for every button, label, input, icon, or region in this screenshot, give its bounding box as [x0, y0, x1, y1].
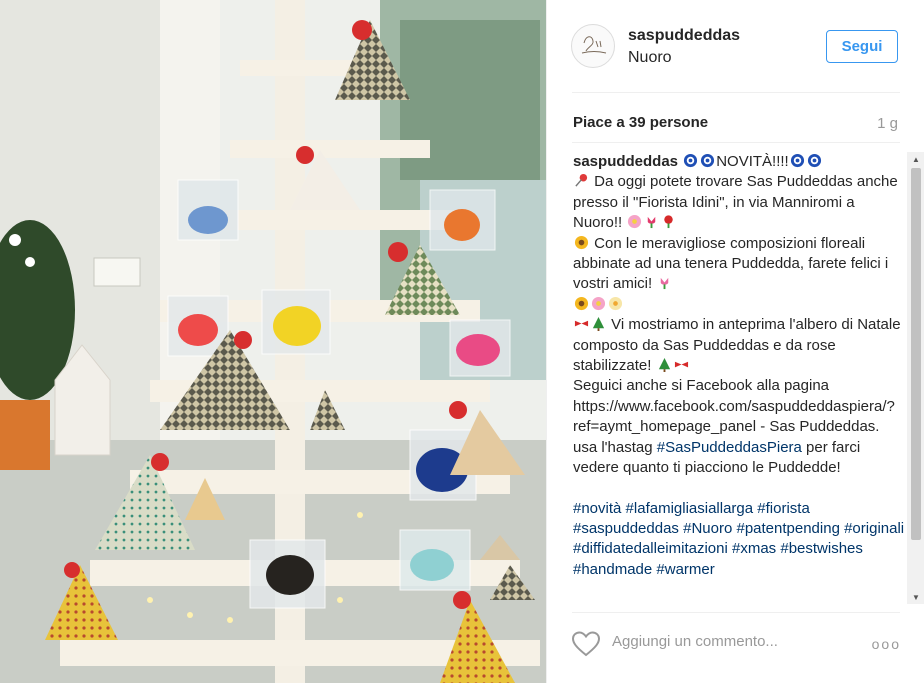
blue-eye-emoji-icon — [790, 153, 804, 168]
avatar[interactable] — [571, 24, 615, 68]
sunflower-emoji-icon — [574, 296, 589, 310]
follow-button[interactable]: Segui — [826, 30, 898, 63]
hashtag-link[interactable]: #novità — [573, 500, 621, 517]
scroll-up-arrow-icon[interactable]: ▲ — [907, 152, 924, 166]
tulip-emoji-icon — [648, 217, 656, 229]
hashtag-link[interactable]: #fiorista — [757, 500, 810, 517]
caption-line-1: NOVITÀ!!!! — [716, 153, 789, 170]
christmas-tree-emoji-icon — [658, 358, 670, 373]
post-photo[interactable] — [0, 0, 546, 683]
brand-logo-icon — [581, 36, 607, 54]
caption-line-4: Vi mostriamo in anteprima l'albero di Na… — [573, 316, 901, 375]
divider — [572, 92, 900, 93]
divider — [572, 142, 900, 143]
caption-line-2: Da oggi potete trovare Sas Puddeddas anc… — [573, 173, 898, 232]
hashtag-link[interactable]: #SasPuddeddasPiera — [657, 439, 802, 456]
flower-emoji-icon — [591, 296, 606, 310]
comments-scrollbar[interactable]: ▲ ▼ — [907, 152, 924, 604]
post-sidebar: saspuddeddas Nuoro Segui Piace a 39 pers… — [546, 0, 924, 683]
blue-eye-emoji-icon — [684, 153, 698, 168]
hashtag-link[interactable]: #handmade — [573, 561, 652, 578]
post-time[interactable]: 1 g — [877, 115, 898, 132]
hashtag-link[interactable]: #originali — [844, 520, 904, 537]
post-location[interactable]: Nuoro — [628, 49, 672, 67]
add-comment-input[interactable]: Aggiungi un commento... — [612, 633, 778, 650]
ribbon-emoji-icon — [674, 361, 688, 368]
likes-count[interactable]: Piace a 39 persone — [573, 114, 708, 131]
hashtag-link[interactable]: #bestwishes — [780, 540, 863, 557]
post-header: saspuddeddas Nuoro Segui — [547, 0, 924, 92]
hashtag-link[interactable]: #patentpending — [736, 520, 839, 537]
blue-eye-emoji-icon — [807, 153, 821, 168]
rose-emoji-icon — [664, 215, 674, 229]
blue-eye-emoji-icon — [701, 153, 715, 168]
christmas-tree-photo — [0, 0, 546, 683]
blossom-emoji-icon — [608, 296, 623, 310]
hashtag-link[interactable]: #warmer — [656, 561, 714, 578]
hashtag-link[interactable]: #lafamigliasiallarga — [626, 500, 754, 517]
sunflower-emoji-icon — [574, 235, 589, 249]
tulip-emoji-icon — [661, 278, 669, 290]
ribbon-emoji-icon — [574, 320, 589, 327]
hashtag-link[interactable]: #Nuoro — [683, 520, 732, 537]
hashtag-link[interactable]: #xmas — [732, 540, 776, 557]
pushpin-emoji-icon — [575, 174, 588, 187]
hashtag-link[interactable]: #diffidatedalleimitazioni — [573, 540, 728, 557]
hashtag-link[interactable]: #saspuddeddas — [573, 520, 679, 537]
scrollbar-thumb[interactable] — [911, 168, 921, 540]
christmas-tree-emoji-icon — [592, 317, 605, 332]
heart-icon[interactable] — [571, 630, 601, 658]
caption-comment: saspuddeddas NOVITÀ!!!! Da oggi potete t… — [573, 152, 905, 604]
more-options-icon[interactable]: ooo — [872, 636, 901, 652]
comment-footer: Aggiungi un commento... ooo — [547, 612, 924, 683]
post-username[interactable]: saspuddeddas — [628, 27, 740, 45]
caption-line-3: Con le meravigliose composizioni floreal… — [573, 234, 889, 293]
scroll-down-arrow-icon[interactable]: ▼ — [907, 590, 924, 604]
caption-username[interactable]: saspuddeddas — [573, 153, 678, 170]
flower-emoji-icon — [628, 215, 642, 229]
